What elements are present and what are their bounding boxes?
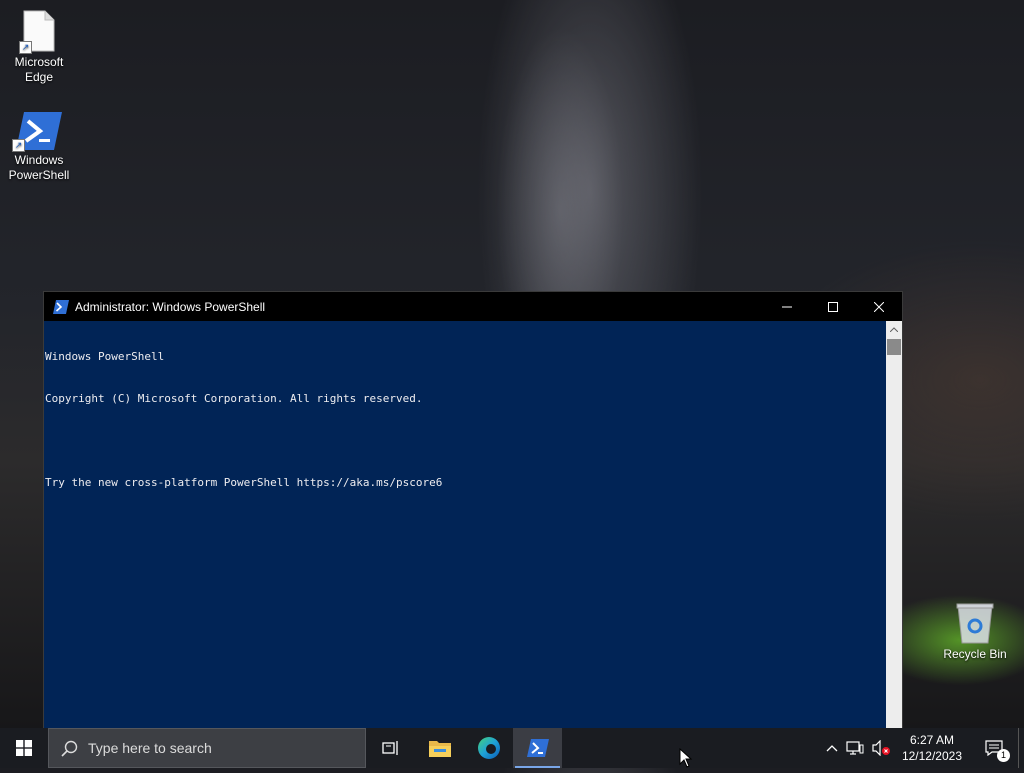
folder-icon — [428, 741, 451, 757]
powershell-icon: ↗ — [12, 112, 62, 152]
start-button[interactable] — [0, 728, 48, 768]
chevron-up-icon — [890, 326, 898, 332]
close-icon — [874, 301, 884, 312]
minimize-icon — [782, 306, 792, 307]
windows-logo-icon — [16, 740, 32, 756]
desktop-icon-label: Recycle Bin — [943, 647, 1007, 661]
search-placeholder: Type here to search — [88, 740, 212, 756]
system-tray: 6:27 AM 12/12/2023 1 — [822, 728, 1024, 768]
recycle-bin-icon — [955, 602, 995, 644]
vertical-scrollbar[interactable] — [886, 321, 902, 728]
console-line: Windows PowerShell — [45, 350, 165, 363]
network-icon — [846, 741, 864, 755]
scroll-up-button[interactable] — [886, 321, 902, 337]
notification-badge: 1 — [997, 749, 1010, 762]
clock-date: 12/12/2023 — [901, 749, 962, 763]
volume-muted-icon — [872, 740, 890, 756]
action-center-button[interactable]: 1 — [970, 728, 1018, 768]
desktop-icon-powershell[interactable]: ↗ Windows PowerShell — [2, 112, 76, 183]
scroll-thumb[interactable] — [887, 339, 901, 355]
console-line: Try the new cross-platform PowerShell ht… — [45, 476, 443, 489]
shortcut-arrow-icon: ↗ — [19, 41, 32, 54]
shortcut-arrow-icon: ↗ — [12, 139, 25, 152]
powershell-taskbar-button[interactable] — [513, 728, 562, 768]
document-icon: ↗ — [19, 10, 55, 54]
show-desktop-button[interactable] — [1018, 728, 1024, 768]
minimize-button[interactable] — [764, 292, 810, 321]
powershell-icon — [53, 299, 69, 314]
window-title: Administrator: Windows PowerShell — [75, 299, 266, 314]
console-line: Copyright (C) Microsoft Corporation. All… — [45, 392, 423, 405]
show-hidden-icons-button[interactable] — [822, 728, 842, 768]
taskbar: Type here to search 6:27 AM 12/12/2023 1 — [0, 728, 1024, 768]
edge-button[interactable] — [464, 728, 513, 768]
desktop-icon-edge[interactable]: ↗ Microsoft Edge — [2, 10, 76, 85]
console-output[interactable]: Windows PowerShell Copyright (C) Microso… — [45, 321, 886, 728]
volume-button[interactable] — [868, 728, 894, 768]
clock-time: 6:27 AM — [909, 733, 954, 747]
powershell-icon — [526, 739, 549, 757]
title-bar[interactable]: Administrator: Windows PowerShell — [44, 292, 902, 321]
desktop-icon-label: Windows PowerShell — [8, 153, 70, 182]
network-button[interactable] — [842, 728, 868, 768]
maximize-button[interactable] — [810, 292, 856, 321]
edge-icon — [477, 737, 500, 759]
powershell-window[interactable]: Administrator: Windows PowerShell Window… — [44, 292, 902, 728]
desktop-icon-recycle-bin[interactable]: Recycle Bin — [938, 602, 1012, 662]
desktop-icon-label: Microsoft Edge — [14, 55, 64, 84]
maximize-icon — [828, 301, 838, 312]
search-input[interactable]: Type here to search — [48, 728, 366, 768]
task-view-button[interactable] — [366, 728, 415, 768]
close-button[interactable] — [856, 292, 902, 321]
task-view-icon — [381, 741, 398, 755]
search-icon — [61, 740, 78, 757]
file-explorer-button[interactable] — [415, 728, 464, 768]
mouse-cursor-icon — [679, 747, 693, 773]
clock[interactable]: 6:27 AM 12/12/2023 — [894, 732, 970, 764]
chevron-up-icon — [826, 745, 838, 752]
